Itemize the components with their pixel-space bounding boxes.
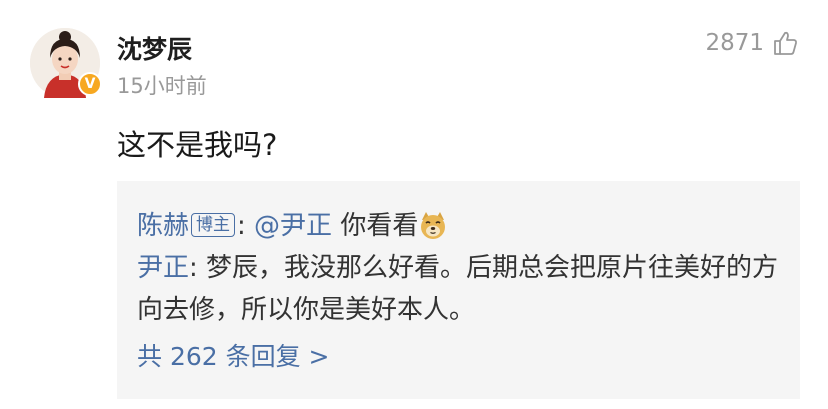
doge-emoji-icon	[421, 212, 446, 239]
like-button[interactable]: 2871	[705, 30, 798, 56]
reply-author[interactable]: 尹正	[137, 253, 189, 283]
reply-author[interactable]: 陈赫	[137, 211, 189, 241]
reply-item: 陈赫 博主: @尹正 你看看	[137, 205, 780, 247]
reply-text: 你看看	[332, 211, 419, 241]
mention-link[interactable]: @尹正	[254, 211, 332, 241]
comment-timestamp: 15小时前	[117, 74, 207, 98]
reply-colon: :	[237, 211, 246, 241]
comment-username[interactable]: 沈梦辰	[117, 30, 192, 66]
verified-badge-icon: V	[78, 72, 102, 96]
reply-colon: :	[189, 253, 207, 283]
thumbs-up-icon	[774, 31, 797, 55]
reply-text: 梦辰，我没那么好看。后期总会把原片往美好的方向去修，所以你是美好本人。	[137, 253, 779, 325]
like-count: 2871	[705, 30, 764, 56]
reply-item: 尹正: 梦辰，我没那么好看。后期总会把原片往美好的方向去修，所以你是美好本人。	[137, 247, 780, 331]
reply-preview-box[interactable]: 陈赫 博主: @尹正 你看看 尹正: 梦辰，我没那么好看。后期总会把原片往美好的方…	[117, 181, 800, 399]
comment-text: 这不是我吗?	[117, 128, 278, 162]
view-all-replies-link[interactable]: 共 262 条回复 >	[137, 337, 780, 373]
author-badge: 博主	[191, 213, 236, 237]
